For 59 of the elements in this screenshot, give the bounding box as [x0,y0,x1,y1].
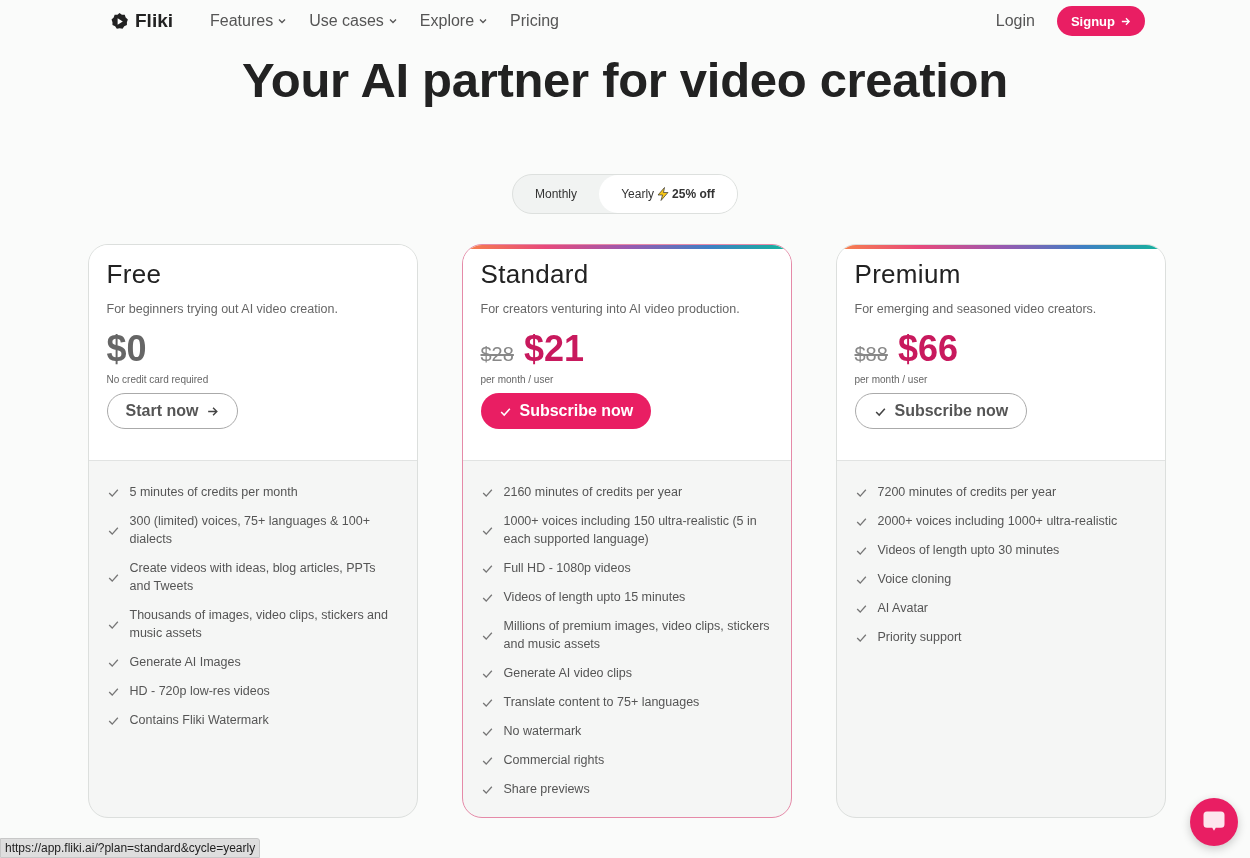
feature-text: 1000+ voices including 150 ultra-realistic (5 in each supported language) [503,513,758,548]
plan-description: For beginners trying out AI video creation. [106,302,339,316]
feature-text: 7200 minutes of credits per year [877,484,1057,501]
nav-link[interactable]: Features [210,12,288,30]
chevron-down-icon [387,16,398,26]
feature-text: Videos of length upto 15 minutes [503,589,686,606]
chevron-down-icon [277,16,288,26]
old-price: $88 [854,343,888,366]
subscribe-button[interactable]: Subscribe now [480,393,652,429]
price-note: per month / user [854,374,929,385]
feature-text: Commercial rights [503,752,605,769]
feature-text: Millions of premium images, video clips, stickers and music assets [503,618,771,653]
feature-text: HD - 720p low-res videos [129,683,270,700]
feature-text: Videos of length upto 30 minutes [877,542,1060,559]
price-note: per month / user [480,374,555,385]
signup-button[interactable]: Signup [1056,6,1145,36]
feature-text: Contains Fliki Watermark [129,712,269,729]
feature-text: 2000+ voices including 1000+ ultra-realistic [877,513,1118,530]
status-url: https://app.fliki.ai/?plan=standard&cycle=yearly [0,838,261,858]
feature-text: Generate AI video clips [503,665,633,682]
feature-text: Full HD - 1080p videos [503,560,631,577]
feature-text: 5 minutes of credits per month [129,484,298,501]
feature-text: 300 (limited) voices, 75+ languages & 100+ dialects [129,513,371,548]
plan-name: Free [106,259,163,290]
lightning-icon [657,187,670,201]
feature-text: Generate AI Images [129,654,241,671]
plan-name: Standard [480,259,590,290]
chevron-down-icon [478,16,489,26]
plan-description: For emerging and seasoned video creators. [854,302,1098,316]
chat-button[interactable] [1190,798,1238,846]
plan-description: For creators venturing into AI video production. [480,302,741,316]
price: $0 [106,328,147,370]
arrow-right-icon [1120,15,1131,27]
feature-text: Priority support [877,629,962,646]
old-price: $28 [480,343,514,366]
subscribe-button[interactable]: Subscribe now [854,393,1028,429]
price: $21 [523,328,584,370]
feature-text: Share previews [503,781,590,798]
feature-text: 2160 minutes of credits per year [503,484,683,501]
feature-text: Create videos with ideas, blog articles, PPTs and Tweets [129,560,377,595]
feature-text: AI Avatar [877,600,928,617]
feature-text: No watermark [503,723,582,740]
nav-link[interactable]: Use cases [309,12,398,30]
price: $66 [897,328,958,370]
plan-name: Premium [854,259,962,290]
nav-link[interactable]: Pricing [510,12,559,30]
feature-text: Voice cloning [877,571,952,588]
feature-text: Translate content to 75+ languages [503,694,700,711]
feature-text: Thousands of images, video clips, stickers and music assets [129,607,389,642]
billing-option[interactable]: Monthly [513,175,599,213]
logo-icon [110,11,129,31]
arrow-right-icon [206,404,220,418]
billing-option[interactable]: Yearly 25% off [599,175,737,213]
nav-link[interactable]: Explore [419,12,489,30]
login-link[interactable]: Login [995,12,1035,30]
price-note: No credit card required [106,374,210,385]
hero-title: Your AI partner for video creation [241,52,1009,108]
start-button[interactable]: Start now [106,393,239,429]
logo-text[interactable]: Fliki [135,10,173,32]
